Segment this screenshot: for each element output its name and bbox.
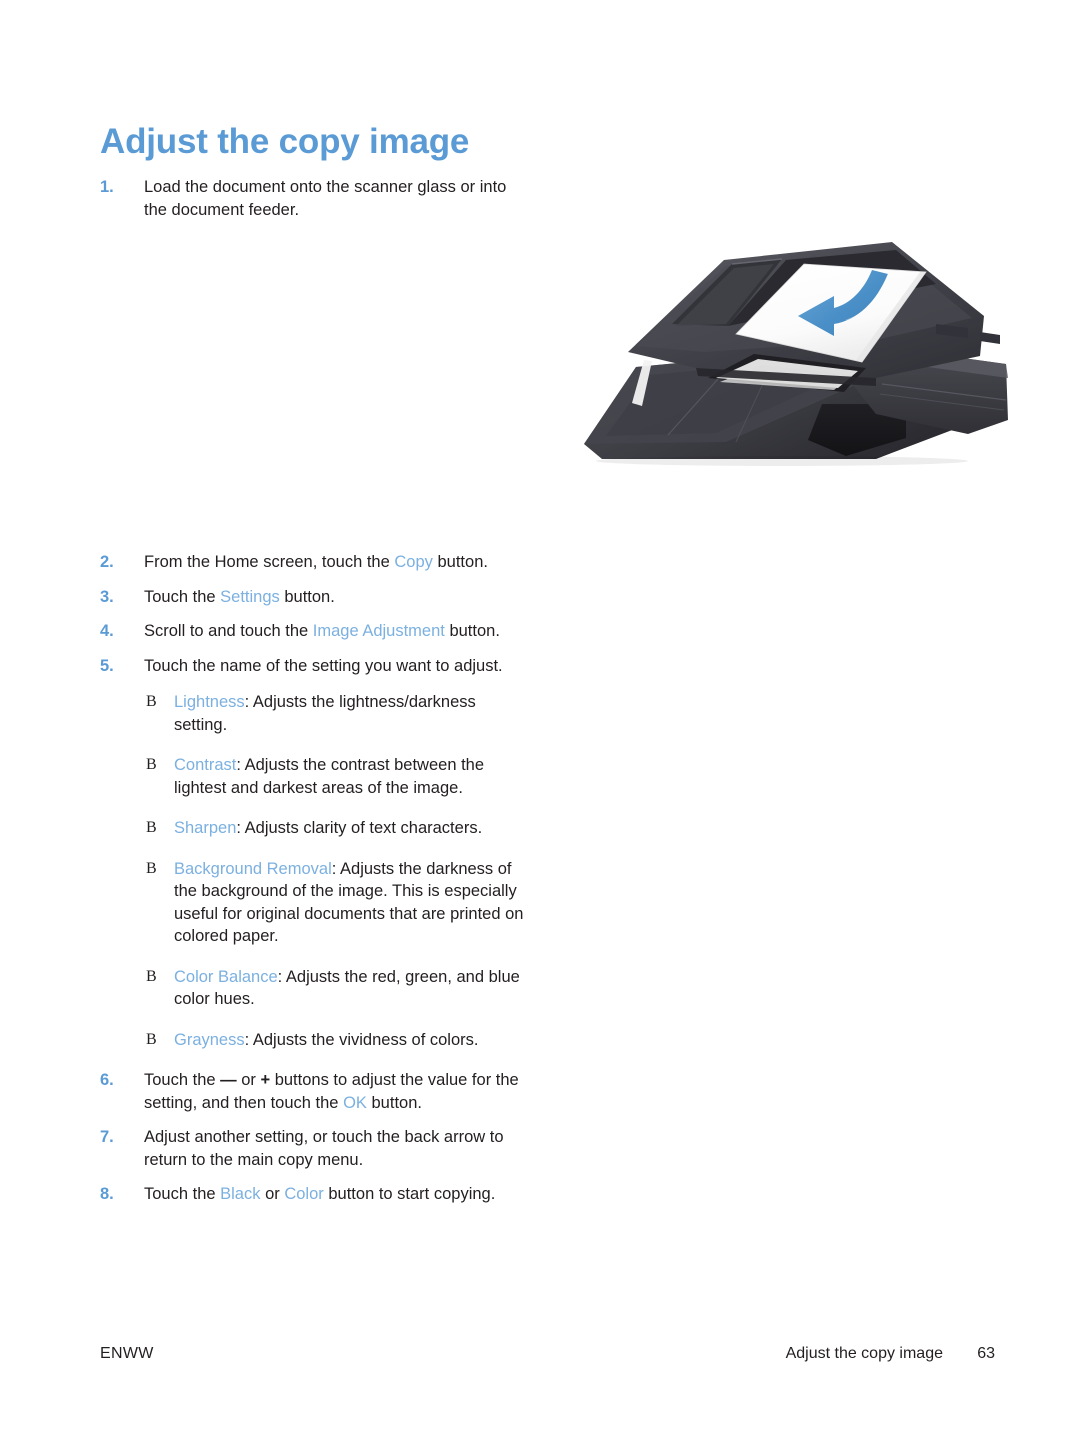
step-number: 8. [100, 1185, 114, 1203]
list-item-color-balance: B Color Balance: Adjusts the red, green, … [144, 966, 532, 1011]
bullet-glyph: B [146, 693, 157, 710]
ui-term-settings: Settings [220, 587, 280, 606]
procedure-step-list: 1. Load the document onto the scanner gl… [100, 176, 532, 1206]
step-number: 1. [100, 178, 114, 196]
bullet-glyph: B [146, 967, 157, 985]
step-2: 2. From the Home screen, touch the Copy … [100, 551, 532, 574]
ui-term-black: Black [220, 1185, 261, 1203]
setting-name: Background Removal [174, 859, 332, 878]
list-item-grayness: B Grayness: Adjusts the vividness of colo… [144, 1029, 532, 1052]
ui-term-ok: OK [343, 1093, 367, 1112]
setting-name: Grayness [174, 1030, 245, 1049]
step-text: Touch the — or + buttons to adjust the v… [144, 1071, 519, 1112]
list-item-sharpen: B Sharpen: Adjusts clarity of text charac… [144, 817, 532, 840]
step-number: 4. [100, 622, 114, 640]
printer-illustration [576, 228, 1016, 486]
step-6: 6. Touch the — or + buttons to adjust th… [100, 1069, 532, 1114]
bullet-glyph: B [146, 859, 157, 877]
step-number: 7. [100, 1128, 114, 1146]
step-text: From the Home screen, touch the Copy but… [144, 553, 488, 571]
bullet-glyph: B [146, 756, 157, 773]
step-text: Touch the Settings button. [144, 587, 335, 606]
settings-bullet-list: B Lightness: Adjusts the lightness/darkne… [144, 691, 532, 1051]
page-title: Adjust the copy image [100, 122, 470, 162]
setting-description: : Adjusts clarity of text characters. [236, 819, 483, 837]
step-5: 5. Touch the name of the setting you wan… [100, 655, 532, 1052]
list-item-contrast: B Contrast: Adjusts the contrast between … [144, 754, 532, 799]
list-item-background-removal: B Background Removal: Adjusts the darknes… [144, 858, 532, 948]
plus-icon: + [260, 1071, 271, 1089]
step-number: 3. [100, 587, 114, 606]
setting-name: Sharpen [174, 819, 237, 837]
bullet-glyph: B [146, 819, 157, 836]
step-number: 6. [100, 1071, 114, 1089]
step-text: Load the document onto the scanner glass… [144, 178, 507, 219]
step-3: 3. Touch the Settings button. [100, 586, 532, 609]
step-number: 2. [100, 553, 114, 571]
step-text: Touch the Black or Color button to start… [144, 1185, 496, 1203]
setting-name: Color Balance [174, 967, 278, 986]
setting-name: Lightness [174, 693, 245, 711]
ui-term-color: Color [284, 1185, 324, 1203]
bullet-glyph: B [146, 1030, 157, 1048]
footer-page-number: 63 [977, 1345, 995, 1362]
step-text: Touch the name of the setting you want t… [144, 656, 503, 675]
step-text: Adjust another setting, or touch the bac… [144, 1128, 504, 1169]
setting-name: Contrast [174, 756, 237, 774]
step-1: 1. Load the document onto the scanner gl… [100, 176, 532, 221]
step-number: 5. [100, 656, 114, 675]
page-footer: ENWW Adjust the copy image 63 [100, 1345, 995, 1369]
step-text: Scroll to and touch the Image Adjustment… [144, 622, 500, 640]
step-7: 7. Adjust another setting, or touch the … [100, 1126, 532, 1171]
ui-term-image-adjustment: Image Adjustment [312, 622, 445, 640]
footer-right-group: Adjust the copy image 63 [786, 1345, 995, 1363]
footer-locale-code: ENWW [100, 1345, 154, 1362]
minus-icon: — [220, 1071, 237, 1089]
manual-page: Adjust the copy image 1. Load the docume… [0, 0, 1080, 1437]
step-4: 4. Scroll to and touch the Image Adjustm… [100, 620, 532, 643]
step-8: 8. Touch the Black or Color button to st… [100, 1183, 532, 1206]
setting-description: : Adjusts the vividness of colors. [244, 1030, 479, 1049]
ui-term-copy: Copy [394, 553, 433, 571]
footer-section-title: Adjust the copy image [785, 1345, 943, 1362]
list-item-lightness: B Lightness: Adjusts the lightness/darkne… [144, 691, 532, 736]
